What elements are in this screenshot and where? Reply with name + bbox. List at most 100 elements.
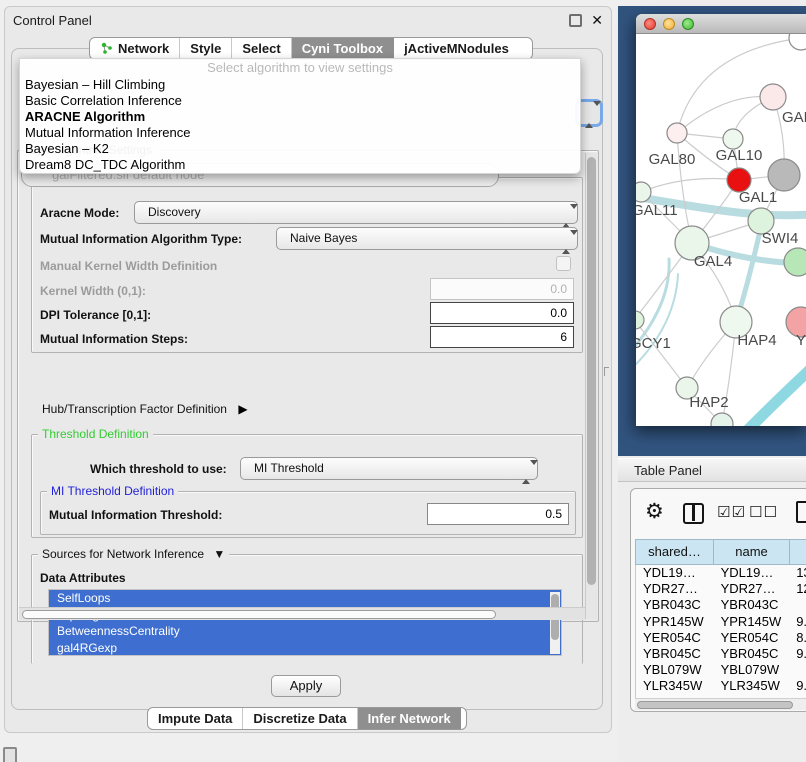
cell-name[interactable]: YBR045C bbox=[714, 646, 790, 662]
tab-discretize-data[interactable]: Discretize Data bbox=[243, 708, 357, 729]
mi-threshold-field[interactable]: 0.5 bbox=[427, 503, 569, 525]
tab-jactivemnodules[interactable]: jActiveMNodules bbox=[394, 38, 519, 59]
sources-group-title[interactable]: Sources for Network Inference ▼ bbox=[38, 547, 229, 561]
tab-style[interactable]: Style bbox=[180, 38, 232, 59]
cell-value[interactable]: 9. bbox=[789, 678, 806, 694]
table-row[interactable]: YDL19… YDL19… 13 bbox=[636, 565, 806, 581]
select-all-checkboxes-icon[interactable]: ☑☑ bbox=[717, 503, 746, 521]
table-panel-titlebar: Table Panel bbox=[618, 458, 806, 482]
attribute-item[interactable]: BetweennessCentrality bbox=[49, 623, 561, 640]
cell-value[interactable]: 9. bbox=[789, 614, 806, 630]
column-header-name[interactable]: name bbox=[713, 539, 789, 565]
splitter-handle[interactable] bbox=[604, 367, 609, 376]
node-bright-green[interactable] bbox=[784, 248, 806, 276]
float-panel-icon[interactable] bbox=[569, 14, 582, 27]
cell-shared[interactable]: YBL079W bbox=[636, 662, 714, 678]
node-gcy1[interactable] bbox=[636, 311, 644, 329]
settings-scroll-thumb[interactable] bbox=[587, 157, 596, 585]
node-gray[interactable] bbox=[768, 159, 800, 191]
column-header-cut[interactable] bbox=[789, 539, 806, 565]
deselect-all-checkboxes-icon[interactable]: ☐☐ bbox=[749, 503, 778, 521]
node[interactable] bbox=[789, 34, 806, 50]
attribute-list-scrollbar[interactable] bbox=[550, 592, 560, 654]
node-gal2[interactable] bbox=[760, 84, 786, 110]
cell-name[interactable]: YDL19… bbox=[714, 565, 790, 581]
node-gal11[interactable] bbox=[636, 182, 651, 202]
node-bottom[interactable] bbox=[711, 413, 733, 426]
algorithm-option[interactable]: Bayesian – Hill Climbing bbox=[20, 77, 580, 93]
tab-network[interactable]: Network bbox=[90, 38, 180, 59]
which-threshold-combo[interactable]: MI Threshold bbox=[240, 457, 538, 480]
cell-shared[interactable]: YBR045C bbox=[636, 646, 714, 662]
cell-value[interactable]: 9. bbox=[789, 646, 806, 662]
manual-kernel-checkbox[interactable] bbox=[556, 256, 571, 271]
cell-name[interactable]: YBL079W bbox=[714, 662, 790, 678]
node-gal80[interactable] bbox=[667, 123, 687, 143]
cell-name[interactable]: YBR043C bbox=[714, 597, 790, 613]
mi-steps-field[interactable]: 6 bbox=[430, 326, 574, 348]
apply-button[interactable]: Apply bbox=[271, 675, 341, 697]
cell-name[interactable]: YDR27… bbox=[714, 581, 790, 597]
cell-shared[interactable]: YBR043C bbox=[636, 597, 714, 613]
hub-definition-toggle[interactable]: Hub/Transcription Factor Definition ▶ bbox=[42, 402, 248, 416]
table-row[interactable]: YER054C YER054C 8. bbox=[636, 630, 806, 646]
tab-cyni-toolbox[interactable]: Cyni Toolbox bbox=[292, 38, 394, 59]
table-body: YDL19… YDL19… 13 YDR27… YDR27… 12 YBR043… bbox=[635, 565, 806, 698]
cell-value[interactable]: 8. bbox=[789, 630, 806, 646]
cyni-algorithm-settings-group: Cyni Algorithm Settings Algorithm Defini… bbox=[17, 150, 599, 622]
cell-name[interactable]: YER054C bbox=[714, 630, 790, 646]
cell-name[interactable]: YLR345W bbox=[714, 678, 790, 694]
node-gal10[interactable] bbox=[723, 129, 743, 149]
cell-shared[interactable]: YDL19… bbox=[636, 565, 714, 581]
table-row[interactable]: YDR27… YDR27… 12 bbox=[636, 581, 806, 597]
cell-value[interactable]: 12 bbox=[789, 581, 806, 597]
algorithm-option[interactable]: Dream8 DC_TDC Algorithm bbox=[20, 157, 580, 173]
columns-icon[interactable] bbox=[683, 503, 704, 524]
cell-value[interactable] bbox=[789, 597, 806, 613]
algorithm-option[interactable]: Bayesian – K2 bbox=[20, 141, 580, 157]
table-row[interactable]: YLR345W YLR345W 9. bbox=[636, 678, 806, 694]
network-window-titlebar[interactable] bbox=[636, 14, 806, 34]
new-table-icon[interactable] bbox=[796, 501, 806, 523]
algorithm-definition-group: Algorithm Definition Aracne Mode: Discov… bbox=[31, 177, 583, 353]
table-row[interactable]: YBR045C YBR045C 9. bbox=[636, 646, 806, 662]
minimize-window-icon[interactable] bbox=[663, 18, 675, 30]
tab-infer-network[interactable]: Infer Network bbox=[358, 708, 461, 729]
aracne-mode-combo[interactable]: Discovery bbox=[134, 201, 578, 224]
cell-shared[interactable]: YER054C bbox=[636, 630, 714, 646]
cell-shared[interactable]: YDR27… bbox=[636, 581, 714, 597]
algorithm-option[interactable]: Basic Correlation Inference bbox=[20, 93, 580, 109]
zoom-window-icon[interactable] bbox=[682, 18, 694, 30]
kernel-width-field[interactable]: 0.0 bbox=[430, 278, 574, 300]
table-row[interactable]: YBL079W YBL079W bbox=[636, 662, 806, 678]
attribute-item[interactable]: SelfLoops bbox=[49, 590, 561, 607]
mi-type-combo[interactable]: Naive Bayes bbox=[276, 227, 578, 250]
control-panel-title: Control Panel bbox=[13, 13, 569, 28]
cell-shared[interactable]: YPR145W bbox=[636, 614, 714, 630]
tab-select[interactable]: Select bbox=[232, 38, 291, 59]
edge bbox=[641, 179, 739, 193]
close-panel-icon[interactable]: ✕ bbox=[591, 14, 603, 27]
cell-value[interactable] bbox=[789, 662, 806, 678]
close-window-icon[interactable] bbox=[644, 18, 656, 30]
algorithm-option[interactable]: Mutual Information Inference bbox=[20, 125, 580, 141]
control-panel-titlebar[interactable]: Control Panel ✕ bbox=[5, 7, 611, 33]
tab-impute-data[interactable]: Impute Data bbox=[148, 708, 243, 729]
algorithm-option-selected[interactable]: ARACNE Algorithm bbox=[20, 109, 580, 125]
dpi-tolerance-field[interactable]: 0.0 bbox=[430, 302, 574, 324]
table-row[interactable]: YBR043C YBR043C bbox=[636, 597, 806, 613]
settings-vertical-scrollbar[interactable] bbox=[585, 153, 597, 619]
gear-icon[interactable]: ⚙ bbox=[645, 499, 664, 523]
table-row[interactable]: YPR145W YPR145W 9. bbox=[636, 614, 806, 630]
network-canvas[interactable]: GAL GAL80 GAL10 GAL1 GAL11 SWI4 GAL4 GCY… bbox=[636, 34, 806, 426]
attribute-item[interactable]: gal4RGexp bbox=[49, 640, 561, 657]
cell-name[interactable]: YPR145W bbox=[714, 614, 790, 630]
restore-panel-icon[interactable] bbox=[3, 747, 17, 762]
table-horizontal-scrollbar[interactable] bbox=[635, 698, 806, 710]
column-header-shared-name[interactable]: shared… bbox=[635, 539, 713, 565]
cell-value[interactable]: 13 bbox=[789, 565, 806, 581]
cell-shared[interactable]: YLR345W bbox=[636, 678, 714, 694]
table-hscroll-thumb[interactable] bbox=[637, 701, 793, 709]
settings-horizontal-scrollbar[interactable] bbox=[19, 607, 585, 620]
settings-hscroll-thumb[interactable] bbox=[22, 610, 496, 619]
